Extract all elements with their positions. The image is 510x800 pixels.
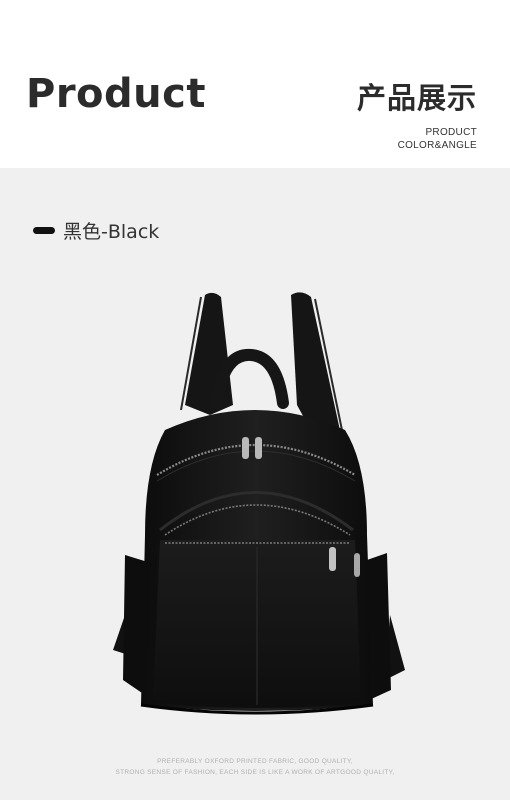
- subtitle-product: PRODUCT: [425, 127, 477, 138]
- header-section: Product 产品展示 PRODUCT COLOR&ANGLE: [0, 0, 510, 168]
- right-side-pocket: [367, 553, 391, 700]
- page-title-cn: 产品展示: [356, 81, 477, 115]
- subtitle-color-angle: COLOR&ANGLE: [397, 140, 477, 151]
- color-swatch-dash: [33, 226, 55, 234]
- backpack-image: [113, 292, 405, 715]
- color-option: 黑色-Black: [33, 218, 160, 243]
- footer-line-2: STRONG SENSE OF FASHION, EACH SIDE IS LI…: [115, 769, 395, 776]
- left-shoulder-strap: [185, 292, 233, 415]
- footer-line-1: PREFERABLY OXFORD PRINTED FABRIC, GOOD Q…: [157, 758, 353, 765]
- page-title-en: Product: [26, 71, 206, 117]
- color-label: 黑色-Black: [63, 220, 160, 243]
